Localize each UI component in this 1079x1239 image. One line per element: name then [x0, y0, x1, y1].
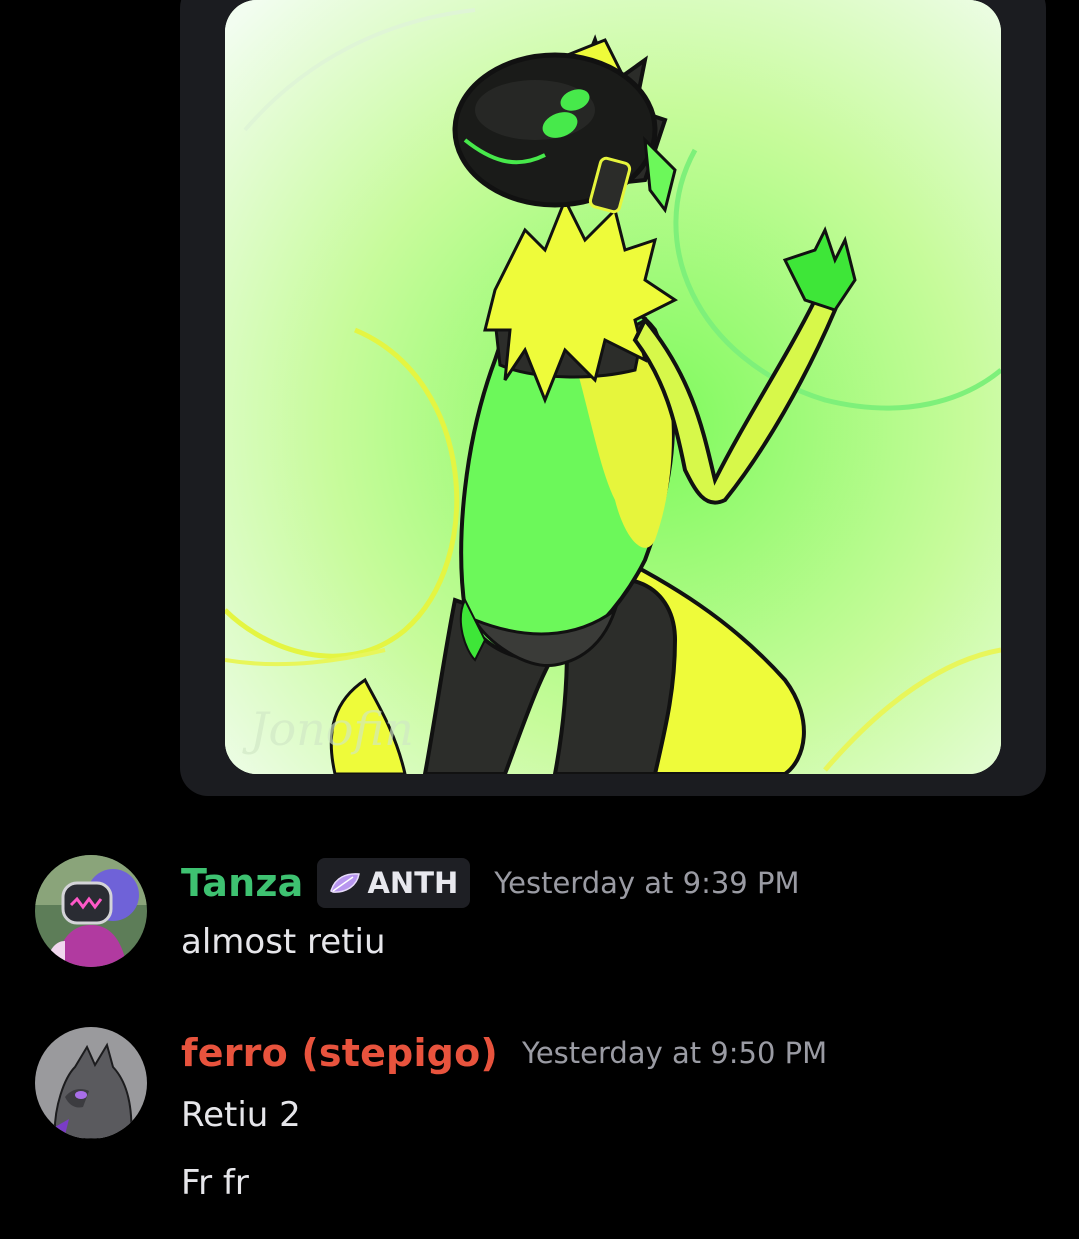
- avatar-image: [35, 855, 147, 967]
- username[interactable]: Tanza: [181, 861, 303, 905]
- protogen-artwork: Jonofin: [225, 0, 1001, 774]
- role-tag[interactable]: ANTH: [317, 858, 471, 908]
- username[interactable]: ferro (stepigo): [181, 1031, 498, 1075]
- avatar-ferro[interactable]: [35, 1027, 147, 1139]
- attached-image[interactable]: Jonofin: [225, 0, 1001, 774]
- message-tanza: Tanza ANTH Yesterday at 9:39 PM almost r…: [0, 852, 1079, 992]
- timestamp: Yesterday at 9:39 PM: [494, 866, 800, 900]
- message-text: Fr fr: [181, 1163, 249, 1203]
- role-tag-label: ANTH: [367, 866, 459, 900]
- artist-watermark: Jonofin: [242, 702, 414, 756]
- message-ferro: ferro (stepigo) Yesterday at 9:50 PM Ret…: [0, 1025, 1079, 1225]
- chat-view: Jonofin Tanza ANTH Yesterday at 9:39 PM …: [0, 0, 1079, 1239]
- timestamp: Yesterday at 9:50 PM: [521, 1036, 828, 1070]
- image-attachment-card: Jonofin: [180, 0, 1046, 796]
- avatar-image: [35, 1027, 147, 1139]
- avatar-tanza[interactable]: [35, 855, 147, 967]
- message-text: almost retiu: [181, 922, 386, 962]
- message-text: Retiu 2: [181, 1095, 301, 1135]
- leaf-icon: [330, 873, 361, 893]
